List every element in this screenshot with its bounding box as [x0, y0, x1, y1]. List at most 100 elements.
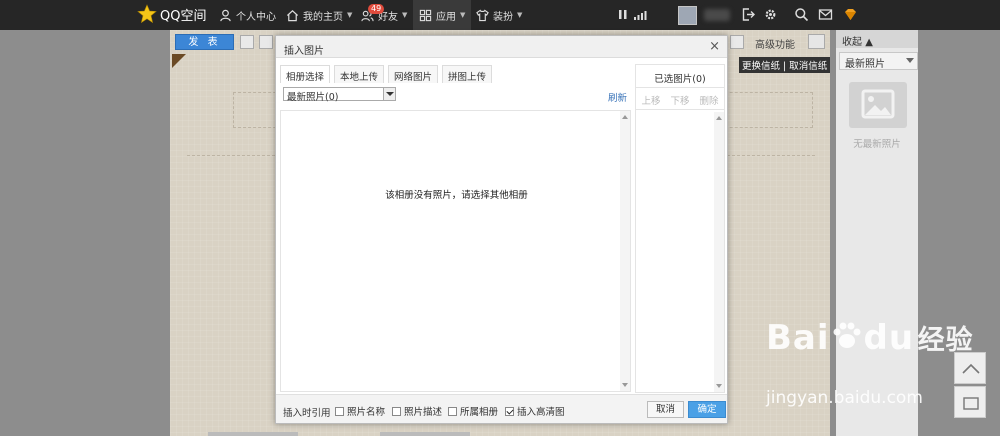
- sidebar-collapse[interactable]: 收起 ▲: [836, 30, 918, 48]
- scroll-up-icon[interactable]: [716, 116, 722, 120]
- photo-sidebar: 收起 ▲ 最新照片 无最新照片: [836, 30, 918, 436]
- diamond-icon[interactable]: [843, 7, 858, 22]
- chevron-down-icon: ▼: [517, 11, 523, 19]
- publish-button[interactable]: 发 表: [175, 34, 234, 50]
- image-placeholder-icon: [849, 82, 907, 128]
- shirt-icon: [476, 9, 489, 21]
- move-down-button[interactable]: 下移: [670, 93, 689, 109]
- friends-count-badge: 49: [368, 4, 385, 14]
- nav-home-label: 我的主页: [303, 11, 343, 23]
- watermark-brand: Bai: [766, 318, 830, 358]
- tab-album-select[interactable]: 相册选择: [280, 65, 331, 83]
- checkbox-box[interactable]: [335, 406, 344, 416]
- selected-actions: 上移 下移 删除: [636, 88, 724, 110]
- album-select[interactable]: 最新照片(0): [283, 87, 396, 103]
- save-icon[interactable]: [240, 35, 254, 49]
- checkbox-box-checked[interactable]: [505, 406, 514, 416]
- checkbox-box[interactable]: [392, 406, 401, 416]
- delete-button[interactable]: 删除: [700, 93, 719, 109]
- chevron-down-icon: [906, 58, 914, 63]
- nav-my-home[interactable]: 我的主页 ▼: [286, 0, 352, 30]
- avatar[interactable]: [678, 6, 697, 25]
- checkbox-label: 所属相册: [460, 407, 499, 418]
- checkbox-hd-image[interactable]: 插入高清图: [505, 404, 565, 418]
- undo-icon[interactable]: [259, 35, 273, 49]
- watermark-brand-du: du: [863, 318, 915, 358]
- scroll-down-icon[interactable]: [622, 383, 628, 387]
- nav-decor[interactable]: 装扮 ▼: [476, 0, 522, 30]
- star-icon: [137, 4, 157, 24]
- selected-images-title: 已选图片(0): [636, 65, 724, 88]
- checkbox-box[interactable]: [448, 406, 457, 416]
- chevron-down-icon: ▼: [402, 11, 408, 19]
- selected-images-panel: 已选图片(0) 上移 下移 删除: [635, 64, 725, 393]
- paw-icon: [833, 322, 861, 348]
- no-recent-photos-text: 无最新照片: [853, 139, 901, 150]
- qzone-logo[interactable]: QQ空间: [137, 4, 206, 24]
- apps-grid-icon: [419, 9, 432, 21]
- bottom-tab[interactable]: [208, 432, 298, 436]
- image-tool-icon[interactable]: [730, 35, 744, 49]
- dialog-title: 插入图片: [284, 46, 324, 57]
- insert-image-dialog: 插入图片 × 相册选择 本地上传 网络图片 拼图上传 最新照片(0) 刷新 该相…: [275, 35, 728, 424]
- move-up-button[interactable]: 上移: [641, 93, 660, 109]
- scrollbar[interactable]: [714, 112, 724, 392]
- close-icon[interactable]: ×: [709, 39, 720, 54]
- nav-personal-center[interactable]: 个人中心: [219, 0, 276, 30]
- exit-icon[interactable]: [741, 7, 756, 22]
- paper-links[interactable]: 更换信纸 | 取消信纸: [739, 57, 831, 73]
- top-nav-bar: QQ空间 个人中心 我的主页 ▼ 好友 ▼ 49 应用 ▼ 装扮 ▼: [0, 0, 1000, 30]
- recent-photos-label: 最新照片: [845, 59, 885, 70]
- refresh-link[interactable]: 刷新: [608, 90, 627, 104]
- cancel-button[interactable]: 取消: [647, 401, 684, 418]
- checkbox-label: 照片名称: [347, 407, 386, 418]
- search-icon[interactable]: [794, 7, 809, 22]
- baidu-watermark: Bai du 经验 jingyan.baidu.com: [766, 318, 974, 408]
- checkbox-photo-name[interactable]: 照片名称: [335, 404, 385, 418]
- scroll-up-icon[interactable]: [622, 115, 628, 119]
- checkbox-label: 插入高清图: [517, 407, 565, 418]
- dialog-footer: 插入时引用 照片名称 照片描述 所属相册 插入高清图 取消 确定: [276, 394, 727, 423]
- selected-images-list: [636, 112, 724, 392]
- home-icon: [286, 9, 299, 21]
- tab-web-image[interactable]: 网络图片: [388, 65, 439, 83]
- tab-local-upload[interactable]: 本地上传: [334, 65, 385, 83]
- empty-album-message: 该相册没有照片，请选择其他相册: [385, 190, 528, 201]
- fullscreen-icon[interactable]: [808, 34, 825, 49]
- chevron-down-icon: [383, 88, 395, 100]
- signal-bars-icon[interactable]: [633, 7, 648, 22]
- confirm-button[interactable]: 确定: [688, 401, 726, 418]
- tab-collage-upload[interactable]: 拼图上传: [442, 65, 493, 83]
- scrollbar[interactable]: [620, 111, 630, 391]
- nav-friends[interactable]: 好友 ▼: [361, 0, 407, 30]
- dialog-tabs: 相册选择 本地上传 网络图片 拼图上传: [280, 65, 493, 83]
- advanced-features-dropdown[interactable]: 高级功能: [755, 36, 795, 51]
- username-blurred: [704, 9, 730, 21]
- nav-apps[interactable]: 应用 ▼: [413, 0, 472, 30]
- square-icon: [963, 397, 979, 410]
- nav-apps-label: 应用: [436, 11, 456, 23]
- logo-text: QQ空间: [160, 8, 207, 24]
- checkbox-label: 照片描述: [404, 407, 443, 418]
- watermark-brand-cn: 经验: [917, 325, 974, 356]
- gear-icon[interactable]: [763, 7, 778, 22]
- dialog-header: 插入图片 ×: [276, 36, 727, 58]
- photo-grid: 该相册没有照片，请选择其他相册: [280, 110, 631, 392]
- mail-icon[interactable]: [818, 7, 833, 22]
- chevron-down-icon: ▼: [460, 11, 466, 19]
- chevron-up-icon: ▲: [865, 37, 873, 48]
- collapse-label: 收起: [842, 37, 862, 48]
- watermark-url: jingyan.baidu.com: [766, 388, 923, 408]
- scroll-down-icon[interactable]: [716, 384, 722, 388]
- bottom-tab[interactable]: [380, 432, 470, 436]
- user-icon: [220, 9, 231, 21]
- pause-icon[interactable]: [616, 7, 631, 22]
- paper-corner-decoration: [172, 54, 186, 68]
- insert-reference-label: 插入时引用: [283, 408, 331, 419]
- checkbox-photo-desc[interactable]: 照片描述: [392, 404, 442, 418]
- feedback-button[interactable]: [954, 386, 986, 418]
- nav-personal-label: 个人中心: [236, 11, 276, 23]
- recent-photos-select[interactable]: 最新照片: [839, 52, 918, 70]
- checkbox-album[interactable]: 所属相册: [448, 404, 498, 418]
- chevron-down-icon: ▼: [347, 11, 353, 19]
